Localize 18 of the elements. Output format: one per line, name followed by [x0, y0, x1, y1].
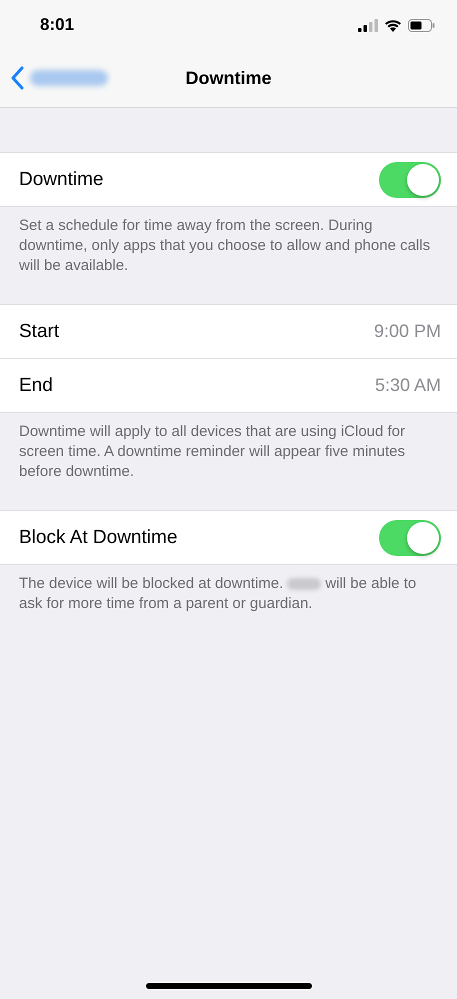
toggle-switch[interactable] — [379, 162, 441, 198]
status-time: 8:01 — [40, 15, 74, 35]
section-footer: Downtime will apply to all devices that are using iCloud for screen time. A downtime reminder will appear five minutes before downtime. — [0, 413, 457, 482]
battery-icon — [408, 18, 435, 32]
section-footer: Set a schedule for time away from the screen. During downtime, only apps that you choose to allow and phone calls will be available. — [0, 207, 457, 276]
section-footer: The device will be blocked at downtime. will be able to ask for more time from a parent or guardian. — [0, 565, 457, 614]
row-value: 9:00 PM — [374, 321, 441, 342]
nav-title: Downtime — [185, 68, 272, 89]
toggle-switch[interactable] — [379, 520, 441, 556]
row-label: Downtime — [19, 168, 104, 190]
row-label: Start — [19, 320, 60, 342]
back-chevron-icon — [10, 66, 24, 90]
wifi-icon — [384, 18, 402, 32]
row-label: End — [19, 374, 53, 396]
row-label: Block At Downtime — [19, 526, 178, 548]
row-value: 5:30 AM — [374, 375, 441, 396]
blurred-name — [287, 578, 322, 590]
signal-icon — [358, 18, 378, 32]
